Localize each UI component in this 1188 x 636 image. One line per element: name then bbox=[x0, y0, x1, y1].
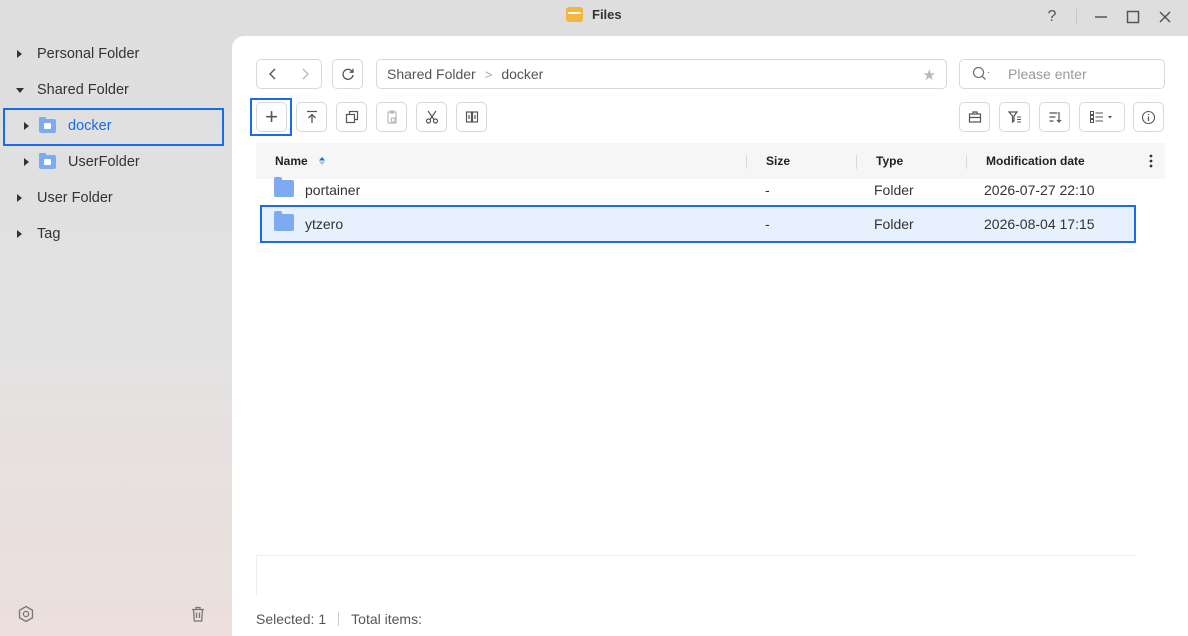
selected-label: Selected: bbox=[256, 611, 315, 627]
filter-icon bbox=[1007, 111, 1021, 124]
chevron-right-icon bbox=[302, 68, 309, 80]
column-header-type[interactable]: Type bbox=[876, 154, 903, 168]
file-modified: 2026-07-27 22:10 bbox=[984, 182, 1095, 198]
table-row[interactable]: portainer - Folder 2026-07-27 22:10 bbox=[260, 173, 1134, 207]
column-header-size[interactable]: Size bbox=[766, 154, 790, 168]
info-button[interactable] bbox=[1133, 102, 1164, 132]
column-header-name[interactable]: Name bbox=[275, 154, 327, 168]
search-box[interactable] bbox=[959, 59, 1165, 89]
sort-ascending-icon bbox=[319, 157, 326, 165]
sidebar: Personal Folder Shared Folder docker Use… bbox=[0, 34, 232, 636]
forward-button[interactable] bbox=[289, 60, 321, 88]
details-pane bbox=[256, 555, 1136, 595]
sort-icon bbox=[1049, 112, 1061, 123]
maximize-icon bbox=[1126, 10, 1140, 24]
more-vertical-icon bbox=[1149, 154, 1153, 168]
close-icon bbox=[1159, 11, 1171, 23]
sidebar-item-personal-folder[interactable]: Personal Folder bbox=[17, 36, 139, 72]
sidebar-item-user-folder[interactable]: User Folder bbox=[17, 180, 113, 216]
title-bar: Files ? bbox=[0, 0, 1188, 34]
file-type: Folder bbox=[874, 182, 914, 198]
status-bar: Selected: 1 Total items: bbox=[256, 611, 422, 627]
status-divider bbox=[338, 612, 340, 626]
sidebar-item-shared-folder[interactable]: Shared Folder bbox=[16, 72, 129, 108]
history-nav bbox=[256, 59, 322, 89]
breadcrumb-item[interactable]: Shared Folder bbox=[387, 66, 476, 82]
files-app-icon bbox=[566, 7, 583, 22]
recycle-bin-button[interactable] bbox=[188, 604, 208, 624]
refresh-icon bbox=[341, 68, 354, 80]
column-header-label: Name bbox=[275, 154, 308, 168]
scissors-icon bbox=[425, 110, 438, 124]
selected-count: 1 bbox=[318, 611, 327, 627]
sidebar-item-label: Tag bbox=[37, 226, 61, 242]
column-divider[interactable] bbox=[856, 155, 857, 169]
folder-icon bbox=[274, 177, 294, 197]
minimize-icon bbox=[1095, 16, 1107, 18]
search-icon[interactable] bbox=[972, 66, 992, 82]
collapse-arrow-icon[interactable] bbox=[16, 87, 24, 93]
column-divider[interactable] bbox=[966, 155, 967, 169]
selection-highlight bbox=[3, 108, 224, 146]
sidebar-item-label: Shared Folder bbox=[37, 82, 129, 98]
trash-icon bbox=[192, 606, 204, 622]
move-button[interactable] bbox=[456, 102, 487, 132]
close-button[interactable] bbox=[1154, 6, 1176, 28]
upload-button[interactable] bbox=[296, 102, 327, 132]
upload-icon bbox=[306, 110, 317, 123]
sidebar-item-label: User Folder bbox=[37, 190, 113, 206]
file-size: - bbox=[765, 182, 770, 198]
move-icon bbox=[465, 111, 478, 123]
toolbox-button[interactable] bbox=[959, 102, 990, 132]
settings-button[interactable] bbox=[16, 604, 36, 624]
help-icon: ? bbox=[1047, 8, 1057, 25]
chevron-right-icon: > bbox=[484, 66, 493, 82]
back-button[interactable] bbox=[257, 60, 289, 88]
paste-icon bbox=[386, 110, 397, 124]
column-options-button[interactable] bbox=[1149, 154, 1153, 171]
sort-button[interactable] bbox=[1039, 102, 1070, 132]
copy-button[interactable] bbox=[336, 102, 367, 132]
expand-arrow-icon[interactable] bbox=[17, 50, 22, 58]
minimize-button[interactable] bbox=[1090, 6, 1112, 28]
briefcase-icon bbox=[968, 111, 981, 123]
paste-button[interactable] bbox=[376, 102, 407, 132]
sidebar-item-label: UserFolder bbox=[68, 154, 140, 170]
window-title: Files bbox=[592, 7, 622, 22]
sidebar-item-tag[interactable]: Tag bbox=[17, 216, 60, 252]
cut-button[interactable] bbox=[416, 102, 447, 132]
help-button[interactable]: ? bbox=[1041, 6, 1063, 28]
search-input[interactable] bbox=[1008, 66, 1158, 82]
total-items-label: Total items: bbox=[351, 611, 422, 627]
refresh-button[interactable] bbox=[332, 59, 363, 89]
file-name: portainer bbox=[305, 182, 361, 198]
copy-icon bbox=[345, 110, 358, 124]
favorite-star-icon[interactable]: ★ bbox=[923, 66, 936, 84]
file-panel: Shared Folder > docker ★ + bbox=[232, 36, 1188, 636]
chevron-left-icon bbox=[269, 68, 276, 80]
selection-highlight bbox=[260, 205, 1136, 243]
selection-highlight bbox=[250, 98, 292, 136]
info-icon bbox=[1141, 110, 1156, 124]
expand-arrow-icon[interactable] bbox=[17, 194, 22, 202]
view-mode-button[interactable] bbox=[1079, 102, 1125, 132]
gear-icon bbox=[18, 605, 34, 623]
list-view-icon bbox=[1090, 111, 1112, 123]
column-divider[interactable] bbox=[746, 155, 747, 169]
maximize-button[interactable] bbox=[1122, 6, 1144, 28]
filter-button[interactable] bbox=[999, 102, 1030, 132]
column-header-modification-date[interactable]: Modification date bbox=[986, 154, 1085, 168]
expand-arrow-icon[interactable] bbox=[17, 230, 22, 238]
expand-arrow-icon[interactable] bbox=[24, 158, 29, 166]
window-title-group: Files bbox=[566, 7, 622, 22]
sidebar-item-userfolder[interactable]: UserFolder bbox=[24, 144, 140, 180]
sidebar-item-label: Personal Folder bbox=[37, 46, 140, 62]
user-folder-icon bbox=[39, 153, 56, 169]
breadcrumb[interactable]: Shared Folder > docker ★ bbox=[376, 59, 947, 89]
breadcrumb-item[interactable]: docker bbox=[501, 66, 543, 82]
title-divider bbox=[1076, 9, 1077, 25]
